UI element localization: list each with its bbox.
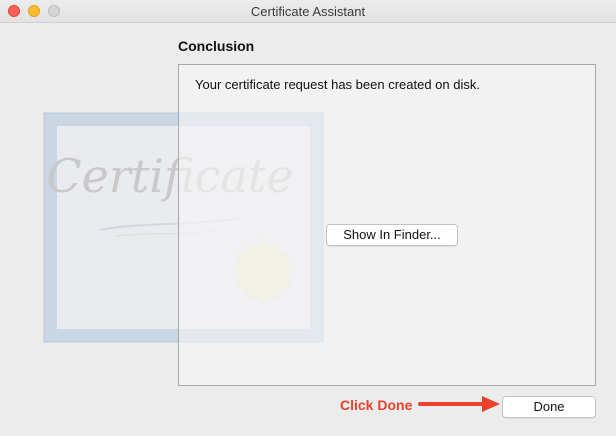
click-done-annotation: Click Done: [340, 397, 413, 413]
show-in-finder-button[interactable]: Show In Finder...: [326, 224, 458, 246]
content-panel: Your certificate request has been create…: [178, 64, 596, 386]
certificate-assistant-window: Certificate Assistant Certificate Conclu…: [0, 0, 616, 436]
arrow-right-icon: [418, 396, 500, 412]
done-button[interactable]: Done: [502, 396, 596, 418]
status-message: Your certificate request has been create…: [195, 77, 480, 92]
page-heading: Conclusion: [178, 38, 255, 54]
